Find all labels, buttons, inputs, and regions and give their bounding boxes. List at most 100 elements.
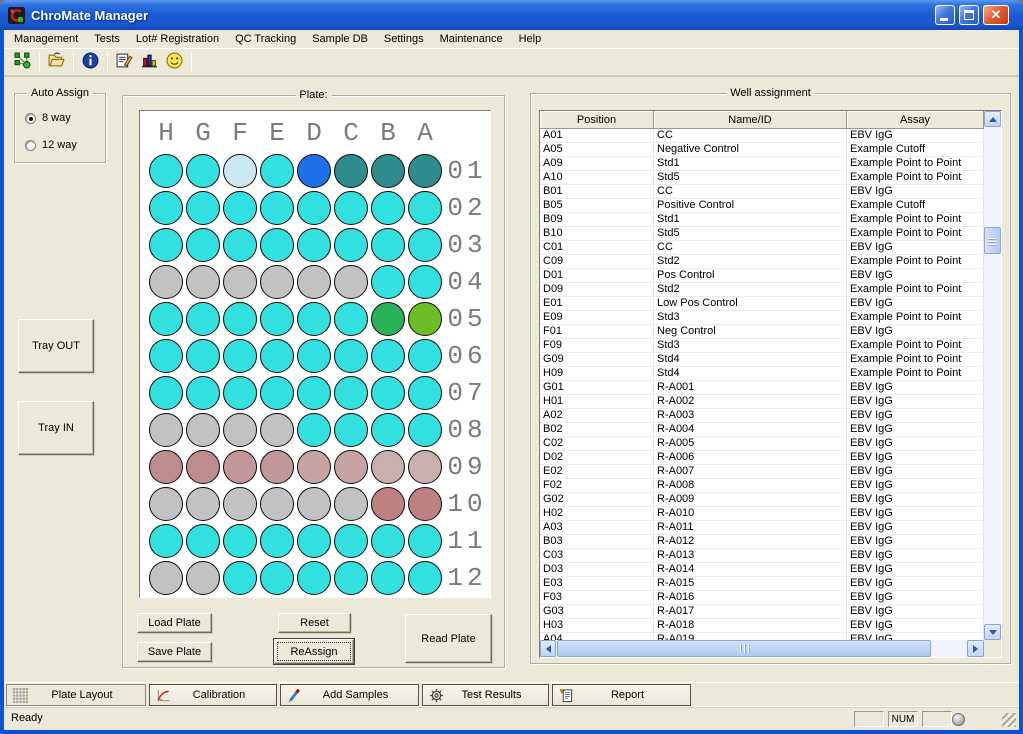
table-row-B01[interactable]: B01CCEBV IgG bbox=[540, 185, 984, 199]
table-row-E01[interactable]: E01Low Pos ControlEBV IgG bbox=[540, 297, 984, 311]
menu-item-qc-tracking[interactable]: QC Tracking bbox=[227, 31, 304, 47]
vertical-scrollbar[interactable] bbox=[984, 111, 1001, 640]
well-F07[interactable] bbox=[223, 376, 257, 410]
well-B12[interactable] bbox=[371, 561, 405, 595]
well-H10[interactable] bbox=[149, 487, 183, 521]
well-F09[interactable] bbox=[223, 450, 257, 484]
well-F01[interactable] bbox=[223, 154, 257, 188]
well-E11[interactable] bbox=[260, 524, 294, 558]
resize-grip[interactable] bbox=[1002, 713, 1016, 727]
table-row-A10[interactable]: A10Std5Example Point to Point bbox=[540, 171, 984, 185]
table-row-F09[interactable]: F09Std3Example Point to Point bbox=[540, 339, 984, 353]
table-row-G01[interactable]: G01R-A001EBV IgG bbox=[540, 381, 984, 395]
well-G09[interactable] bbox=[186, 450, 220, 484]
table-row-F03[interactable]: F03R-A016EBV IgG bbox=[540, 591, 984, 605]
minimize-button[interactable] bbox=[935, 5, 955, 25]
well-A03[interactable] bbox=[408, 228, 442, 262]
column-header-name-id[interactable]: Name/ID bbox=[654, 111, 847, 129]
vertical-scroll-thumb[interactable] bbox=[984, 227, 1001, 254]
table-row-H01[interactable]: H01R-A002EBV IgG bbox=[540, 395, 984, 409]
well-D11[interactable] bbox=[297, 524, 331, 558]
table-row-E03[interactable]: E03R-A015EBV IgG bbox=[540, 577, 984, 591]
well-H11[interactable] bbox=[149, 524, 183, 558]
table-row-C01[interactable]: C01CCEBV IgG bbox=[540, 241, 984, 255]
well-H05[interactable] bbox=[149, 302, 183, 336]
well-B09[interactable] bbox=[371, 450, 405, 484]
radio-12-way[interactable]: 12 way bbox=[25, 139, 77, 151]
reset-button[interactable]: Reset bbox=[278, 613, 351, 633]
radio-8-way[interactable]: 8 way bbox=[25, 112, 71, 124]
well-C08[interactable] bbox=[334, 413, 368, 447]
table-row-G03[interactable]: G03R-A017EBV IgG bbox=[540, 605, 984, 619]
well-B02[interactable] bbox=[371, 191, 405, 225]
well-E04[interactable] bbox=[260, 265, 294, 299]
well-B07[interactable] bbox=[371, 376, 405, 410]
table-row-C02[interactable]: C02R-A005EBV IgG bbox=[540, 437, 984, 451]
well-G12[interactable] bbox=[186, 561, 220, 595]
tray-out-button[interactable]: Tray OUT bbox=[18, 319, 94, 373]
well-E01[interactable] bbox=[260, 154, 294, 188]
well-D09[interactable] bbox=[297, 450, 331, 484]
well-A12[interactable] bbox=[408, 561, 442, 595]
info-toolbar-button[interactable] bbox=[79, 51, 102, 74]
table-row-D09[interactable]: D09Std2Example Point to Point bbox=[540, 283, 984, 297]
tab-plate-layout[interactable]: Plate Layout bbox=[6, 684, 146, 706]
well-D02[interactable] bbox=[297, 191, 331, 225]
well-A08[interactable] bbox=[408, 413, 442, 447]
table-row-E09[interactable]: E09Std3Example Point to Point bbox=[540, 311, 984, 325]
well-B08[interactable] bbox=[371, 413, 405, 447]
table-row-F01[interactable]: F01Neg ControlEBV IgG bbox=[540, 325, 984, 339]
close-button[interactable]: ✕ bbox=[983, 5, 1009, 25]
well-H07[interactable] bbox=[149, 376, 183, 410]
well-G10[interactable] bbox=[186, 487, 220, 521]
table-row-C03[interactable]: C03R-A013EBV IgG bbox=[540, 549, 984, 563]
well-C05[interactable] bbox=[334, 302, 368, 336]
radio-button-icon[interactable] bbox=[25, 113, 36, 124]
well-C12[interactable] bbox=[334, 561, 368, 595]
well-G02[interactable] bbox=[186, 191, 220, 225]
well-G06[interactable] bbox=[186, 339, 220, 373]
well-G08[interactable] bbox=[186, 413, 220, 447]
well-B04[interactable] bbox=[371, 265, 405, 299]
table-row-A01[interactable]: A01CCEBV IgG bbox=[540, 129, 984, 143]
scroll-down-button[interactable] bbox=[984, 624, 1001, 640]
tab-report[interactable]: Report bbox=[552, 684, 691, 706]
save-plate-button[interactable]: Save Plate bbox=[137, 642, 212, 662]
well-G11[interactable] bbox=[186, 524, 220, 558]
well-A07[interactable] bbox=[408, 376, 442, 410]
open-folder-toolbar-button[interactable] bbox=[45, 51, 68, 74]
table-row-B09[interactable]: B09Std1Example Point to Point bbox=[540, 213, 984, 227]
well-H01[interactable] bbox=[149, 154, 183, 188]
well-H04[interactable] bbox=[149, 265, 183, 299]
table-row-F02[interactable]: F02R-A008EBV IgG bbox=[540, 479, 984, 493]
well-A11[interactable] bbox=[408, 524, 442, 558]
tab-test-results[interactable]: Test Results bbox=[422, 684, 549, 706]
menu-item-sample-db[interactable]: Sample DB bbox=[304, 31, 376, 47]
menu-item-management[interactable]: Management bbox=[6, 31, 86, 47]
column-header-position[interactable]: Position bbox=[540, 111, 654, 129]
well-C06[interactable] bbox=[334, 339, 368, 373]
table-row-H03[interactable]: H03R-A018EBV IgG bbox=[540, 619, 984, 633]
well-H08[interactable] bbox=[149, 413, 183, 447]
table-row-C09[interactable]: C09Std2Example Point to Point bbox=[540, 255, 984, 269]
maximize-button[interactable] bbox=[959, 5, 979, 25]
table-row-D03[interactable]: D03R-A014EBV IgG bbox=[540, 563, 984, 577]
table-row-A02[interactable]: A02R-A003EBV IgG bbox=[540, 409, 984, 423]
well-G03[interactable] bbox=[186, 228, 220, 262]
well-A06[interactable] bbox=[408, 339, 442, 373]
well-F06[interactable] bbox=[223, 339, 257, 373]
tray-in-button[interactable]: Tray IN bbox=[18, 401, 94, 455]
well-F12[interactable] bbox=[223, 561, 257, 595]
well-F05[interactable] bbox=[223, 302, 257, 336]
well-D05[interactable] bbox=[297, 302, 331, 336]
well-D12[interactable] bbox=[297, 561, 331, 595]
table-row-G09[interactable]: G09Std4Example Point to Point bbox=[540, 353, 984, 367]
well-F08[interactable] bbox=[223, 413, 257, 447]
well-C04[interactable] bbox=[334, 265, 368, 299]
well-A09[interactable] bbox=[408, 450, 442, 484]
table-row-A05[interactable]: A05Negative ControlExample Cutoff bbox=[540, 143, 984, 157]
reassign-button[interactable]: ReAssign bbox=[274, 639, 354, 664]
well-C09[interactable] bbox=[334, 450, 368, 484]
well-A01[interactable] bbox=[408, 154, 442, 188]
well-F11[interactable] bbox=[223, 524, 257, 558]
